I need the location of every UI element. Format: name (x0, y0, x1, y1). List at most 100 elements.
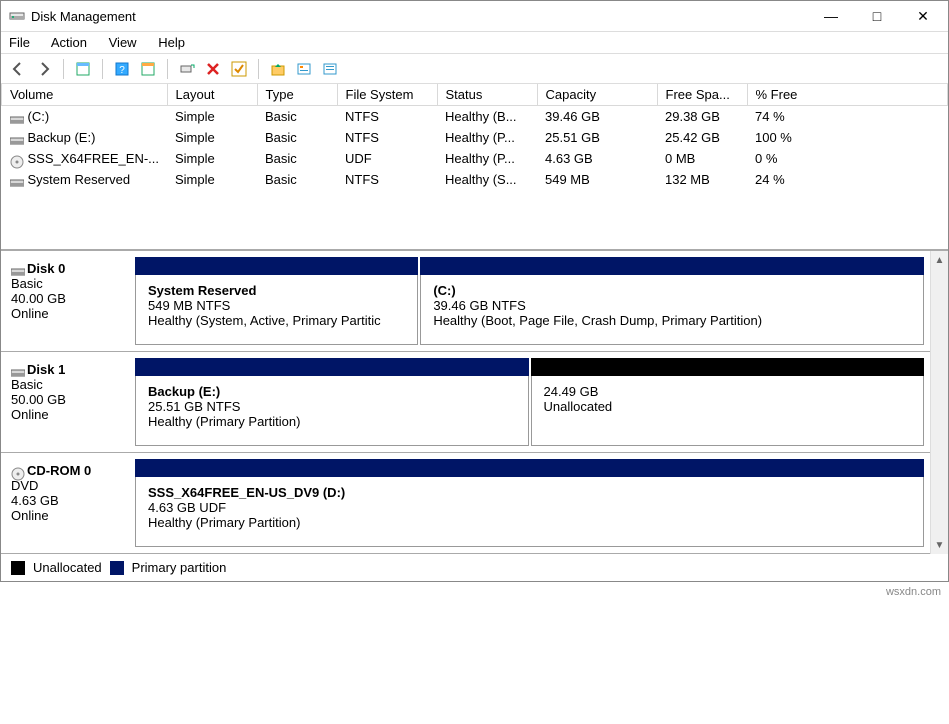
cell-type: Basic (257, 148, 337, 169)
legend-primary: Primary partition (132, 560, 227, 575)
disk-kind: DVD (11, 478, 123, 493)
cell-type: Basic (257, 127, 337, 148)
legend-swatch-primary (110, 561, 124, 575)
partition-bar (531, 358, 925, 376)
menubar: File Action View Help (1, 32, 948, 54)
cell-fs: NTFS (337, 169, 437, 190)
col-free[interactable]: Free Spa... (657, 84, 747, 106)
legend: Unallocated Primary partition (1, 554, 948, 581)
separator (258, 59, 259, 79)
disk-name: CD-ROM 0 (27, 463, 91, 478)
dvd-icon (11, 467, 25, 477)
table-row[interactable]: SSS_X64FREE_EN-...SimpleBasicUDFHealthy … (2, 148, 948, 169)
cell-free: 25.42 GB (657, 127, 747, 148)
folder-up-icon[interactable] (267, 58, 289, 80)
scroll-up-icon[interactable]: ▲ (931, 251, 948, 269)
separator (167, 59, 168, 79)
disk-view: Disk 0Basic40.00 GBOnline System Reserved… (1, 250, 948, 554)
view-icon[interactable] (72, 58, 94, 80)
toolbar: ? (1, 54, 948, 84)
refresh-icon[interactable] (176, 58, 198, 80)
partition-sub: 24.49 GB (544, 384, 912, 399)
cell-type: Basic (257, 169, 337, 190)
footer-credit: wsxdn.com (0, 582, 949, 602)
vertical-scrollbar[interactable]: ▲ ▼ (930, 251, 948, 554)
volume-table[interactable]: Volume Layout Type File System Status Ca… (1, 84, 948, 190)
cell-layout: Simple (167, 127, 257, 148)
cell-capacity: 4.63 GB (537, 148, 657, 169)
partition-status: Unallocated (544, 399, 912, 414)
col-volume[interactable]: Volume (2, 84, 168, 106)
disk-size: 4.63 GB (11, 493, 123, 508)
close-button[interactable]: ✕ (900, 2, 946, 31)
disk-size: 50.00 GB (11, 392, 123, 407)
table-row[interactable]: (C:)SimpleBasicNTFSHealthy (B...39.46 GB… (2, 106, 948, 128)
menu-file[interactable]: File (9, 35, 30, 50)
disk-size: 40.00 GB (11, 291, 123, 306)
disk-row[interactable]: Disk 0Basic40.00 GBOnline System Reserved… (1, 251, 930, 352)
disk-management-window: Disk Management — □ ✕ File Action View H… (0, 0, 949, 582)
volume-name: Backup (E:) (28, 130, 96, 145)
cell-pctfree: 100 % (747, 127, 948, 148)
partition-title: SSS_X64FREE_EN-US_DV9 (D:) (148, 485, 911, 500)
back-button[interactable] (7, 58, 29, 80)
partition[interactable]: Backup (E:)25.51 GB NTFSHealthy (Primary… (135, 358, 529, 446)
app-icon (9, 8, 25, 24)
col-fs[interactable]: File System (337, 84, 437, 106)
table-row[interactable]: System ReservedSimpleBasicNTFSHealthy (S… (2, 169, 948, 190)
cell-capacity: 25.51 GB (537, 127, 657, 148)
volume-name: System Reserved (28, 172, 131, 187)
disk-kind: Basic (11, 276, 123, 291)
legend-unallocated: Unallocated (33, 560, 102, 575)
partition-title: System Reserved (148, 283, 405, 298)
partition-status: Healthy (System, Active, Primary Partiti… (148, 313, 405, 328)
menu-help[interactable]: Help (158, 35, 185, 50)
partition[interactable]: SSS_X64FREE_EN-US_DV9 (D:)4.63 GB UDFHea… (135, 459, 924, 547)
cell-layout: Simple (167, 148, 257, 169)
volume-name: (C:) (28, 109, 50, 124)
col-capacity[interactable]: Capacity (537, 84, 657, 106)
properties-icon[interactable] (293, 58, 315, 80)
partition[interactable]: 24.49 GBUnallocated (531, 358, 925, 446)
minimize-button[interactable]: — (808, 2, 854, 31)
hdd-icon (11, 366, 25, 376)
disk-name: Disk 0 (27, 261, 65, 276)
partition-sub: 39.46 GB NTFS (433, 298, 911, 313)
hdd-icon (10, 113, 24, 123)
menu-view[interactable]: View (109, 35, 137, 50)
col-layout[interactable]: Layout (167, 84, 257, 106)
partition-title: Backup (E:) (148, 384, 516, 399)
forward-button[interactable] (33, 58, 55, 80)
scroll-down-icon[interactable]: ▼ (931, 536, 948, 554)
window-title: Disk Management (31, 9, 808, 24)
disk-row[interactable]: Disk 1Basic50.00 GBOnlineBackup (E:)25.5… (1, 352, 930, 453)
partition[interactable]: (C:)39.46 GB NTFSHealthy (Boot, Page Fil… (420, 257, 924, 345)
col-status[interactable]: Status (437, 84, 537, 106)
partition-status: Healthy (Primary Partition) (148, 515, 911, 530)
titlebar: Disk Management — □ ✕ (1, 1, 948, 32)
cell-free: 29.38 GB (657, 106, 747, 128)
partition-bar (420, 257, 924, 275)
legend-swatch-unallocated (11, 561, 25, 575)
settings-icon[interactable] (137, 58, 159, 80)
partition-status: Healthy (Boot, Page File, Crash Dump, Pr… (433, 313, 911, 328)
maximize-button[interactable]: □ (854, 2, 900, 31)
partition-bar (135, 459, 924, 477)
cell-layout: Simple (167, 169, 257, 190)
table-row[interactable]: Backup (E:)SimpleBasicNTFSHealthy (P...2… (2, 127, 948, 148)
cell-free: 0 MB (657, 148, 747, 169)
list-icon[interactable] (319, 58, 341, 80)
help-icon[interactable]: ? (111, 58, 133, 80)
partition-sub: 4.63 GB UDF (148, 500, 911, 515)
partition-layout: SSS_X64FREE_EN-US_DV9 (D:)4.63 GB UDFHea… (129, 453, 930, 553)
disk-state: Online (11, 306, 123, 321)
check-icon[interactable] (228, 58, 250, 80)
cell-type: Basic (257, 106, 337, 128)
disk-row[interactable]: CD-ROM 0DVD4.63 GBOnlineSSS_X64FREE_EN-U… (1, 453, 930, 554)
menu-action[interactable]: Action (51, 35, 87, 50)
partition[interactable]: System Reserved549 MB NTFSHealthy (Syste… (135, 257, 418, 345)
col-pctfree[interactable]: % Free (747, 84, 948, 106)
partition-bar (135, 358, 529, 376)
col-type[interactable]: Type (257, 84, 337, 106)
delete-icon[interactable] (202, 58, 224, 80)
